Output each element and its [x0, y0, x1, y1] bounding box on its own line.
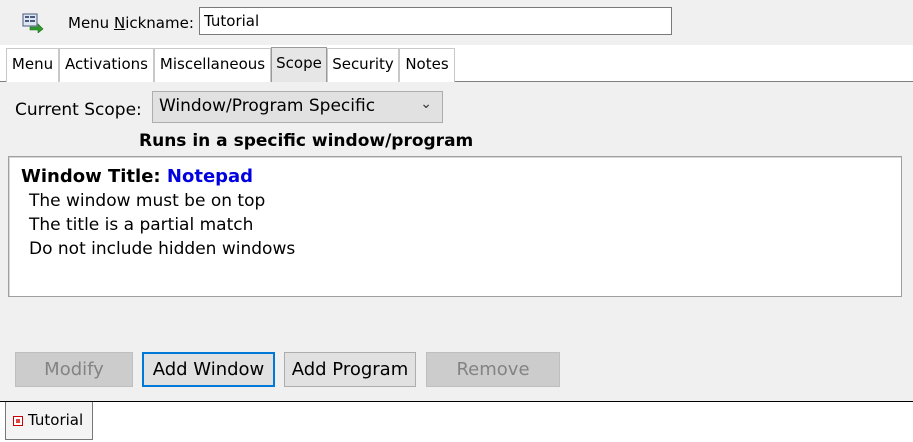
scope-detail-line: The window must be on top [29, 191, 266, 211]
document-icon [13, 416, 23, 426]
scope-dropdown[interactable]: Window/Program Specific ⌄ [152, 91, 443, 123]
document-tab-strip: Tutorial [0, 401, 913, 442]
tab-miscellaneous[interactable]: Miscellaneous [154, 48, 271, 82]
nickname-input[interactable] [199, 7, 672, 35]
scope-description: Runs in a specific window/program [139, 131, 474, 151]
add-program-button[interactable]: Add Program [284, 352, 416, 387]
tab-bar: Menu Activations Miscellaneous Scope Sec… [0, 45, 913, 83]
chevron-down-icon: ⌄ [420, 96, 432, 112]
remove-button[interactable]: Remove [426, 352, 560, 387]
window-title-value: Notepad [166, 166, 254, 187]
scope-details-box[interactable]: Window Title: Notepad The window must be… [8, 156, 902, 297]
tab-scope[interactable]: Scope [271, 47, 327, 83]
nickname-label: Menu Nickname: [68, 14, 194, 32]
scope-panel: Current Scope: Window/Program Specific ⌄… [0, 82, 913, 402]
scope-detail-line: Do not include hidden windows [29, 239, 296, 259]
tab-security[interactable]: Security [327, 48, 399, 82]
modify-button[interactable]: Modify [15, 352, 133, 387]
add-window-button[interactable]: Add Window [142, 352, 275, 387]
tab-menu[interactable]: Menu [6, 48, 59, 82]
current-scope-label: Current Scope: [15, 100, 142, 120]
tab-activations[interactable]: Activations [59, 48, 154, 82]
document-tab-tutorial[interactable]: Tutorial [5, 402, 93, 440]
scope-detail-line: The title is a partial match [29, 215, 254, 235]
window-title-row: Window Title: Notepad [21, 165, 889, 189]
document-tab-label: Tutorial [28, 411, 84, 429]
window-title-label: Window Title: [21, 166, 161, 187]
menu-app-icon [22, 13, 44, 33]
tab-notes[interactable]: Notes [399, 48, 455, 82]
scope-dropdown-value: Window/Program Specific [159, 96, 376, 116]
header-bar: Menu Nickname: [0, 0, 913, 45]
